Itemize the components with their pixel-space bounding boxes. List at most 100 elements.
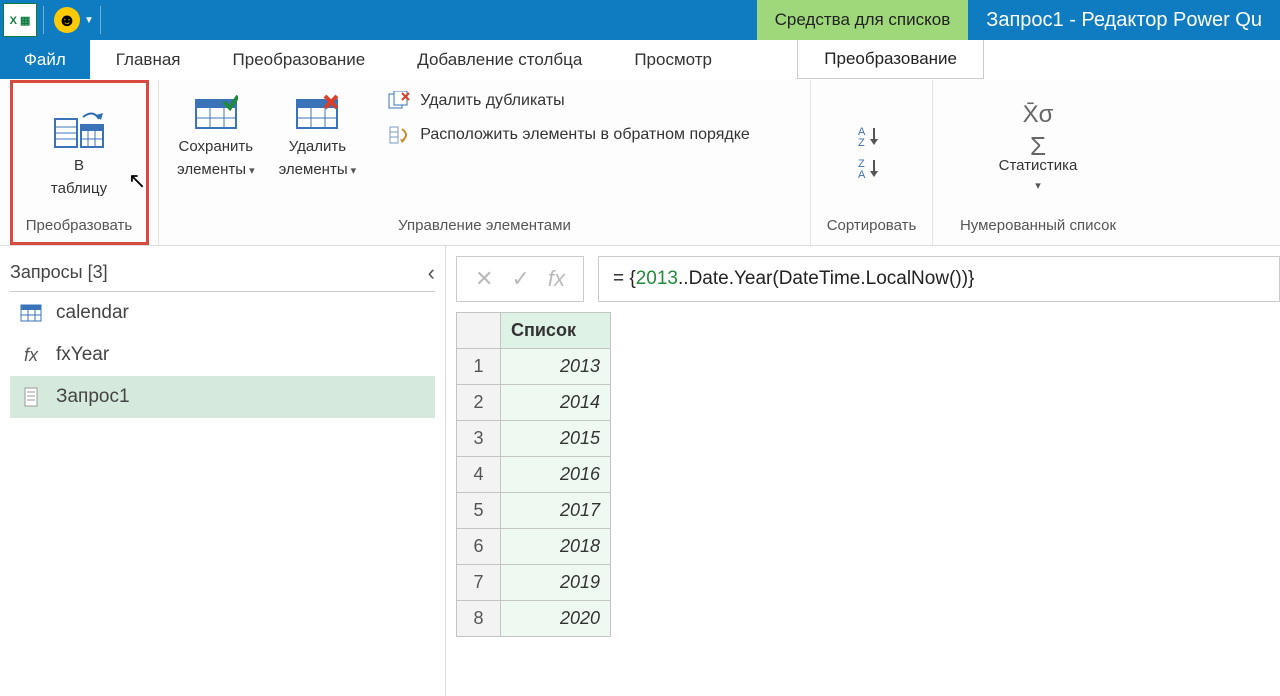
- reverse-items-icon: [386, 124, 412, 146]
- table-row[interactable]: 72019: [457, 565, 611, 601]
- row-header[interactable]: 1: [457, 349, 501, 385]
- fx-icon[interactable]: fx: [548, 266, 565, 292]
- row-header[interactable]: 4: [457, 457, 501, 493]
- list-cell[interactable]: 2014: [501, 385, 611, 421]
- list-cell[interactable]: 2015: [501, 421, 611, 457]
- context-tools-title: Средства для списков: [757, 0, 969, 40]
- remove-items-label-2: элементы: [279, 161, 357, 180]
- ribbon-group-convert-label: Преобразовать: [0, 217, 158, 245]
- row-header[interactable]: 5: [457, 493, 501, 529]
- formula-bar: ✕ ✓ fx = {2013..Date.Year(DateTime.Local…: [456, 256, 1280, 302]
- collapse-queries-icon[interactable]: ‹: [428, 260, 435, 286]
- queries-pane: Запросы [3] ‹ calendar fx fxYear Запрос1: [0, 246, 446, 696]
- remove-items-label-1: Удалить: [289, 138, 346, 157]
- list-cell[interactable]: 2017: [501, 493, 611, 529]
- formula-bar-controls: ✕ ✓ fx: [456, 256, 584, 302]
- corner-cell[interactable]: [457, 313, 501, 349]
- query-item-calendar[interactable]: calendar: [10, 292, 435, 334]
- ribbon: В таблицу ↖ Преобразовать Сохранить: [0, 80, 1280, 246]
- query-item-label: fxYear: [56, 344, 109, 366]
- tab-home[interactable]: Главная: [90, 40, 207, 79]
- formula-text-suffix: ..Date.Year(DateTime.LocalNow())}: [678, 268, 974, 290]
- list-cell[interactable]: 2013: [501, 349, 611, 385]
- title-bar: X ▦ ☻ ▼ Средства для списков Запрос1 - Р…: [0, 0, 1280, 40]
- list-cell[interactable]: 2020: [501, 601, 611, 637]
- list-cell[interactable]: 2019: [501, 565, 611, 601]
- row-header[interactable]: 7: [457, 565, 501, 601]
- remove-items-icon: [295, 90, 339, 134]
- ribbon-group-sort: AZ ZA Сортировать: [811, 80, 933, 245]
- formula-accept-icon[interactable]: ✓: [511, 266, 529, 292]
- statistics-icon: X̄σΣ: [1023, 109, 1054, 153]
- svg-text:A: A: [858, 169, 866, 179]
- list-preview-table: Список 120132201432015420165201762018720…: [456, 312, 611, 637]
- row-header[interactable]: 8: [457, 601, 501, 637]
- tab-add-column[interactable]: Добавление столбца: [391, 40, 608, 79]
- list-icon: [18, 387, 44, 407]
- table-row[interactable]: 52017: [457, 493, 611, 529]
- table-row[interactable]: 82020: [457, 601, 611, 637]
- keep-items-icon: [194, 90, 238, 134]
- keep-items-label-1: Сохранить: [179, 138, 254, 157]
- remove-items-button[interactable]: Удалить элементы: [271, 86, 365, 184]
- queries-header: Запросы [3] ‹: [10, 254, 435, 292]
- svg-text:Z: Z: [858, 137, 866, 147]
- sort-ascending-button[interactable]: AZ: [858, 125, 886, 147]
- cursor-icon: ↖: [128, 168, 146, 194]
- ribbon-group-sort-label: Сортировать: [811, 217, 932, 245]
- excel-icon: X ▦: [3, 3, 37, 37]
- table-row[interactable]: 22014: [457, 385, 611, 421]
- tab-view[interactable]: Просмотр: [608, 40, 738, 79]
- to-table-icon: [53, 109, 105, 153]
- row-header[interactable]: 6: [457, 529, 501, 565]
- row-header[interactable]: 3: [457, 421, 501, 457]
- table-row[interactable]: 32015: [457, 421, 611, 457]
- reverse-items-label: Расположить элементы в обратном порядке: [420, 126, 750, 144]
- main-area: Запросы [3] ‹ calendar fx fxYear Запрос1 ✕ …: [0, 246, 1280, 696]
- list-column-header[interactable]: Список: [501, 313, 611, 349]
- statistics-drop-icon: ▾: [1035, 180, 1041, 194]
- sort-descending-button[interactable]: ZA: [858, 157, 886, 179]
- formula-cancel-icon[interactable]: ✕: [475, 266, 493, 292]
- formula-input[interactable]: = {2013..Date.Year(DateTime.LocalNow())}: [598, 256, 1280, 302]
- app-title: Запрос1 - Редактор Power Qu: [968, 0, 1280, 40]
- query-item-Запрос1[interactable]: Запрос1: [10, 376, 435, 418]
- formula-text-prefix: = {: [613, 268, 636, 290]
- ribbon-group-manage-label: Управление элементами: [159, 217, 810, 245]
- ribbon-group-manage: Сохранить элементы Удалить элементы: [159, 80, 811, 245]
- smiley-icon[interactable]: ☻: [54, 7, 80, 33]
- tab-spacer: [984, 40, 1280, 79]
- to-table-label-2: таблицу: [51, 180, 107, 199]
- remove-duplicates-icon: [386, 90, 412, 112]
- table-row[interactable]: 12013: [457, 349, 611, 385]
- fx-icon: fx: [18, 345, 44, 366]
- query-item-label: calendar: [56, 302, 129, 324]
- table-row[interactable]: 42016: [457, 457, 611, 493]
- table-row[interactable]: 62018: [457, 529, 611, 565]
- remove-duplicates-label: Удалить дубликаты: [420, 92, 565, 110]
- list-cell[interactable]: 2016: [501, 457, 611, 493]
- ribbon-group-convert: В таблицу ↖ Преобразовать: [0, 80, 159, 245]
- table-icon: [18, 304, 44, 322]
- qat-divider: [43, 6, 44, 34]
- reverse-items-button[interactable]: Расположить элементы в обратном порядке: [378, 120, 758, 150]
- query-item-fxYear[interactable]: fx fxYear: [10, 334, 435, 376]
- tab-context-transform[interactable]: Преобразование: [797, 40, 984, 79]
- data-area: ✕ ✓ fx = {2013..Date.Year(DateTime.Local…: [446, 246, 1280, 696]
- qat-dropdown-icon[interactable]: ▼: [84, 15, 94, 26]
- tab-file[interactable]: Файл: [0, 40, 90, 79]
- keep-items-label-2: элементы: [177, 161, 255, 180]
- remove-duplicates-button[interactable]: Удалить дубликаты: [378, 86, 758, 116]
- tab-transform[interactable]: Преобразование: [207, 40, 392, 79]
- ribbon-group-numlist: X̄σΣ Статистика ▾ Нумерованный список: [933, 80, 1143, 245]
- list-cell[interactable]: 2018: [501, 529, 611, 565]
- to-table-button[interactable]: В таблицу: [43, 105, 115, 203]
- statistics-button[interactable]: X̄σΣ Статистика ▾: [991, 105, 1086, 198]
- row-header[interactable]: 2: [457, 385, 501, 421]
- ribbon-tabstrip: Файл Главная Преобразование Добавление с…: [0, 40, 1280, 80]
- formula-text-num: 2013: [636, 268, 678, 290]
- qat-divider-2: [100, 6, 101, 34]
- ribbon-group-numlist-label: Нумерованный список: [933, 217, 1143, 245]
- query-item-label: Запрос1: [56, 386, 130, 408]
- keep-items-button[interactable]: Сохранить элементы: [169, 86, 263, 184]
